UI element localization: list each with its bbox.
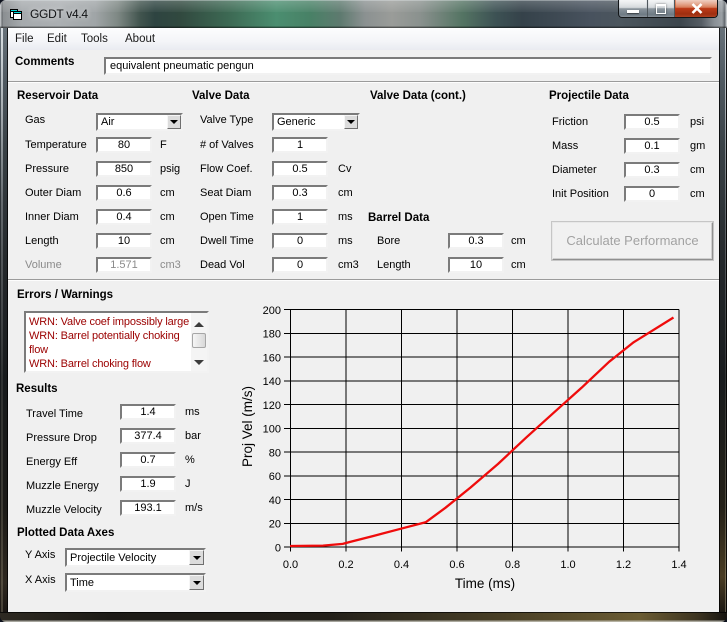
svg-text:80: 80: [269, 448, 281, 460]
svg-text:Time (ms): Time (ms): [455, 576, 515, 591]
svg-text:60: 60: [269, 471, 281, 483]
svg-text:140: 140: [263, 376, 281, 388]
svg-text:0.4: 0.4: [394, 559, 409, 571]
svg-text:Proj Vel (m/s): Proj Vel (m/s): [240, 386, 255, 467]
svg-text:0: 0: [275, 543, 281, 555]
svg-text:0.6: 0.6: [449, 559, 464, 571]
svg-text:120: 120: [263, 400, 281, 412]
svg-text:1.2: 1.2: [616, 559, 631, 571]
svg-text:0.8: 0.8: [505, 559, 520, 571]
svg-text:100: 100: [263, 424, 281, 436]
svg-text:20: 20: [269, 519, 281, 531]
svg-text:1.4: 1.4: [671, 559, 686, 571]
svg-text:1.0: 1.0: [560, 559, 575, 571]
svg-text:40: 40: [269, 495, 281, 507]
svg-text:0.2: 0.2: [338, 559, 353, 571]
svg-text:160: 160: [263, 353, 281, 365]
svg-text:180: 180: [263, 329, 281, 341]
svg-text:0.0: 0.0: [283, 559, 298, 571]
svg-text:200: 200: [263, 305, 281, 317]
